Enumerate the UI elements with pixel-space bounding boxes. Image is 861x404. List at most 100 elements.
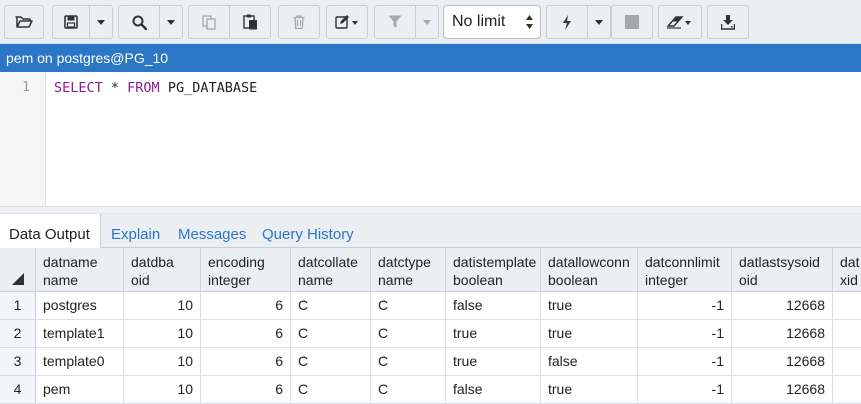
grid-cell[interactable]: 12668: [732, 376, 833, 404]
grid-cell[interactable]: 6: [201, 292, 291, 320]
column-header-4[interactable]: datctype name: [371, 248, 446, 292]
grid-cell[interactable]: false: [446, 376, 541, 404]
grid-cell[interactable]: 6: [201, 376, 291, 404]
grid-corner[interactable]: [0, 248, 36, 292]
select-arrows-icon: [526, 15, 533, 29]
row-number[interactable]: 4: [0, 376, 36, 404]
eraser-icon: [667, 16, 691, 29]
grid-cell[interactable]: -1: [638, 348, 732, 376]
row-number[interactable]: 3: [0, 348, 36, 376]
grid-cell[interactable]: false: [541, 348, 638, 376]
column-type: oid: [739, 272, 758, 288]
column-type: integer: [645, 272, 688, 288]
find-button[interactable]: [118, 5, 160, 39]
download-button[interactable]: [707, 5, 749, 39]
grid-cell[interactable]: 6: [201, 320, 291, 348]
grid-cell[interactable]: 12668: [732, 348, 833, 376]
grid-cell[interactable]: C: [291, 320, 371, 348]
grid-cell[interactable]: true: [541, 376, 638, 404]
grid-cell[interactable]: [833, 348, 861, 376]
tab-messages[interactable]: Messages: [169, 214, 255, 248]
grid-cell[interactable]: C: [371, 320, 446, 348]
delete-button[interactable]: [278, 5, 320, 39]
grid-cell[interactable]: 12668: [732, 292, 833, 320]
grid-cell[interactable]: true: [446, 320, 541, 348]
lightning-icon: [563, 14, 571, 30]
grid-cell[interactable]: 6: [201, 348, 291, 376]
column-header-2[interactable]: encoding integer: [201, 248, 291, 292]
sql-editor[interactable]: 1 SELECT * FROM PG_DATABASE: [0, 72, 861, 206]
grid-cell[interactable]: -1: [638, 292, 732, 320]
column-header-8[interactable]: datlastsysoid oid: [732, 248, 833, 292]
grid-cell[interactable]: true: [541, 320, 638, 348]
grid-cell[interactable]: true: [446, 348, 541, 376]
tab-explain[interactable]: Explain: [102, 214, 169, 248]
grid-cell[interactable]: template0: [36, 348, 124, 376]
grid-cell[interactable]: 12668: [732, 320, 833, 348]
clear-button[interactable]: [658, 5, 702, 39]
grid-cell[interactable]: 10: [124, 320, 201, 348]
column-name: datname: [43, 254, 98, 270]
sql-keyword-select: SELECT: [54, 80, 103, 96]
grid-cell[interactable]: [833, 292, 861, 320]
grid-cell[interactable]: C: [371, 376, 446, 404]
grid-cell[interactable]: template1: [36, 320, 124, 348]
grid-cell[interactable]: postgres: [36, 292, 124, 320]
caret-down-icon: [97, 19, 105, 25]
grid-cell[interactable]: C: [371, 292, 446, 320]
column-name: datcollate: [298, 254, 358, 270]
column-header-0[interactable]: datname name: [36, 248, 124, 292]
search-icon: [132, 15, 147, 30]
row-limit-select[interactable]: No limit: [443, 5, 541, 39]
column-name: encoding: [208, 254, 265, 270]
grid-cell[interactable]: 10: [124, 376, 201, 404]
grid-cell[interactable]: [833, 320, 861, 348]
edit-button[interactable]: [326, 5, 368, 39]
grid-cell[interactable]: 10: [124, 348, 201, 376]
grid-cell[interactable]: false: [446, 292, 541, 320]
grid-cell[interactable]: 10: [124, 292, 201, 320]
save-button[interactable]: [52, 5, 90, 39]
column-header-5[interactable]: datistemplate boolean: [446, 248, 541, 292]
grid-cell[interactable]: C: [371, 348, 446, 376]
grid-cell[interactable]: C: [291, 376, 371, 404]
select-all-icon: [12, 273, 24, 285]
column-header-1[interactable]: datdba oid: [124, 248, 201, 292]
tab-data-output[interactable]: Data Output: [0, 214, 101, 249]
column-type: name: [43, 272, 79, 288]
grid-cell[interactable]: C: [291, 348, 371, 376]
stop-button[interactable]: [611, 5, 653, 39]
execute-dropdown-button[interactable]: [587, 5, 611, 39]
find-dropdown-button[interactable]: [159, 5, 183, 39]
panel-splitter[interactable]: [0, 206, 861, 214]
caret-down-icon: [167, 19, 175, 25]
copy-button[interactable]: [188, 5, 230, 39]
filter-dropdown-button[interactable]: [415, 5, 439, 39]
column-header-7[interactable]: datconnlimit integer: [638, 248, 732, 292]
save-dropdown-button[interactable]: [89, 5, 113, 39]
floppy-icon: [64, 15, 78, 29]
line-number: 1: [22, 80, 30, 95]
column-name: datconnlimit: [645, 254, 720, 270]
column-header-9[interactable]: dat xid: [833, 248, 861, 292]
column-name: datallowconn: [548, 254, 630, 270]
grid-cell[interactable]: -1: [638, 320, 732, 348]
grid-cell[interactable]: true: [541, 292, 638, 320]
grid-cell[interactable]: [833, 376, 861, 404]
execute-button[interactable]: [546, 5, 588, 39]
paste-button[interactable]: [229, 5, 271, 39]
sql-code-line[interactable]: SELECT * FROM PG_DATABASE: [54, 80, 257, 96]
connection-label: pem on postgres@PG_10: [6, 50, 169, 66]
grid-cell[interactable]: -1: [638, 376, 732, 404]
column-header-3[interactable]: datcollate name: [291, 248, 371, 292]
row-number[interactable]: 1: [0, 292, 36, 320]
filter-button[interactable]: [374, 5, 416, 39]
row-number[interactable]: 2: [0, 320, 36, 348]
grid-cell[interactable]: C: [291, 292, 371, 320]
grid-cell[interactable]: pem: [36, 376, 124, 404]
caret-down-icon: [423, 19, 431, 25]
tab-query-history[interactable]: Query History: [253, 214, 363, 248]
open-file-button[interactable]: [4, 5, 44, 39]
trash-icon: [293, 15, 305, 29]
column-header-6[interactable]: datallowconn boolean: [541, 248, 638, 292]
